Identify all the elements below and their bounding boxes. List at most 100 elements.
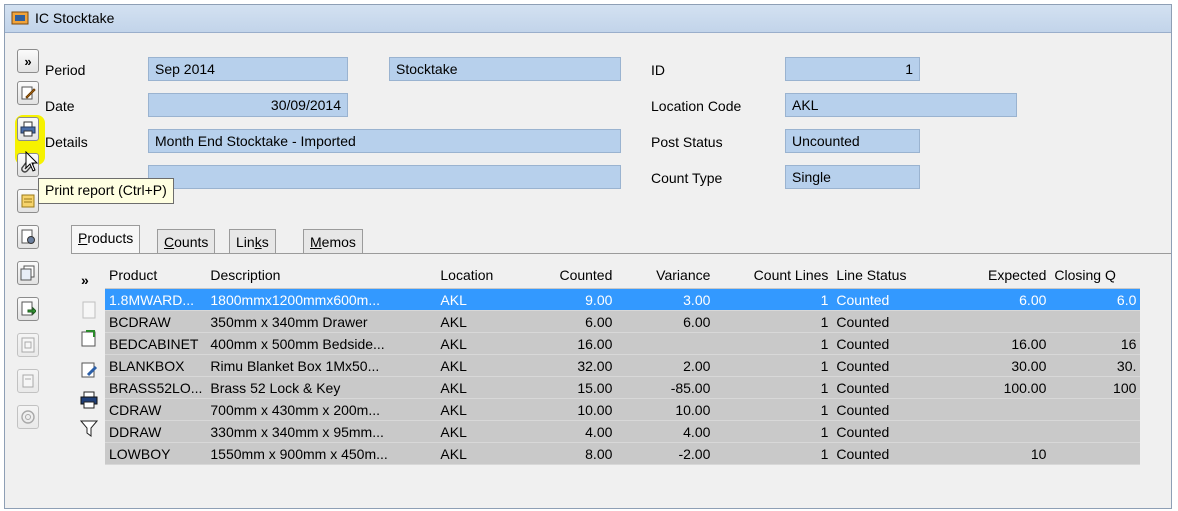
cell-variance[interactable]: 4.00 [616,420,715,443]
cell-expected[interactable] [954,310,1051,333]
cell-expected[interactable]: 100.00 [954,376,1051,399]
col-count-lines[interactable]: Count Lines [714,262,833,289]
cell-product[interactable]: BEDCABINET [105,332,207,355]
cell-location[interactable]: AKL [436,376,517,399]
cell-product[interactable]: 1.8MWARD... [105,288,207,311]
cell-description[interactable]: Brass 52 Lock & Key [206,376,437,399]
cell-product[interactable]: BLANKBOX [105,354,207,377]
cell-location[interactable]: AKL [436,310,517,333]
cell-variance[interactable] [616,332,715,355]
cell-counted[interactable]: 16.00 [516,332,617,355]
col-expected[interactable]: Expected [954,262,1051,289]
cell-description[interactable]: 330mm x 340mm x 95mm... [206,420,437,443]
cell-product[interactable]: BRASS52LO... [105,376,207,399]
date-field[interactable]: 30/09/2014 [148,93,348,117]
cell-closing-qty[interactable]: 16 [1050,332,1141,355]
table-row[interactable]: 1.8MWARD... 1800mmx1200mmx600m... AKL 9.00 3… [105,288,1141,311]
cell-description[interactable]: Rimu Blanket Box 1Mx50... [206,354,437,377]
cell-closing-qty[interactable] [1050,442,1141,465]
type-field[interactable]: Stocktake [389,57,621,81]
cell-description[interactable]: 1550mm x 900mm x 450m... [206,442,437,465]
col-description[interactable]: Description [206,262,437,289]
cell-location[interactable]: AKL [436,420,517,443]
cell-counted[interactable]: 15.00 [516,376,617,399]
cell-line-status[interactable]: Counted [832,332,955,355]
table-row[interactable]: DDRAW 330mm x 340mm x 95mm... AKL 4.00 4.00 1… [105,420,1141,443]
cell-product[interactable]: DDRAW [105,420,207,443]
cell-location[interactable]: AKL [436,332,517,355]
col-product[interactable]: Product [105,262,207,289]
table-row[interactable]: BEDCABINET 400mm x 500mm Bedside... AKL 16.… [105,332,1141,355]
cell-location[interactable]: AKL [436,354,517,377]
cell-closing-qty[interactable]: 6.0 [1050,288,1141,311]
table-row[interactable]: LOWBOY 1550mm x 900mm x 450m... AKL 8.00 -2.… [105,442,1141,465]
cell-line-status[interactable]: Counted [832,288,955,311]
cell-expected[interactable] [954,398,1051,421]
cell-counted[interactable]: 9.00 [516,288,617,311]
cell-closing-qty[interactable]: 100 [1050,376,1141,399]
cell-description[interactable]: 700mm x 430mm x 200m... [206,398,437,421]
cell-description[interactable]: 350mm x 340mm Drawer [206,310,437,333]
cell-variance[interactable]: 3.00 [616,288,715,311]
cell-count-lines[interactable]: 1 [714,354,833,377]
cell-counted[interactable]: 10.00 [516,398,617,421]
table-row[interactable]: BCDRAW 350mm x 340mm Drawer AKL 6.00 6.00 1 Co… [105,310,1141,333]
cell-count-lines[interactable]: 1 [714,332,833,355]
col-variance[interactable]: Variance [616,262,715,289]
cell-variance[interactable]: -85.00 [616,376,715,399]
grid-filter-button[interactable] [79,418,99,438]
cell-closing-qty[interactable] [1050,310,1141,333]
disabled-button-3[interactable] [17,405,39,429]
cell-count-lines[interactable]: 1 [714,376,833,399]
cell-count-lines[interactable]: 1 [714,310,833,333]
grid-new-button[interactable] [79,300,99,320]
report-button-1[interactable] [17,225,39,249]
cell-count-lines[interactable]: 1 [714,398,833,421]
expand-button[interactable]: » [17,49,39,73]
table-row[interactable]: BLANKBOX Rimu Blanket Box 1Mx50... AKL 32.0… [105,354,1141,377]
grid-edit-button[interactable] [79,360,99,380]
cell-counted[interactable]: 6.00 [516,310,617,333]
post-status-field[interactable]: Uncounted [785,129,920,153]
cell-line-status[interactable]: Counted [832,398,955,421]
cell-location[interactable]: AKL [436,442,517,465]
edit-button[interactable] [17,81,39,105]
table-row[interactable]: CDRAW 700mm x 430mm x 200m... AKL 10.00 10.0… [105,398,1141,421]
cell-variance[interactable]: 6.00 [616,310,715,333]
cell-line-status[interactable]: Counted [832,354,955,377]
tab-counts[interactable]: Counts [157,229,216,253]
cell-variance[interactable]: 10.00 [616,398,715,421]
col-location[interactable]: Location [436,262,517,289]
tab-links[interactable]: Links [229,229,276,253]
tab-products[interactable]: Products [71,225,141,255]
cell-expected[interactable]: 10 [954,442,1051,465]
tab-memos[interactable]: Memos [303,229,363,253]
cell-count-lines[interactable]: 1 [714,288,833,311]
cell-expected[interactable]: 30.00 [954,354,1051,377]
count-type-field[interactable]: Single [785,165,920,189]
cell-closing-qty[interactable] [1050,420,1141,443]
cell-product[interactable]: LOWBOY [105,442,207,465]
location-code-field[interactable]: AKL [785,93,1017,117]
grid-expand-icon[interactable]: » [81,272,89,288]
cell-description[interactable]: 1800mmx1200mmx600m... [206,288,437,311]
cell-location[interactable]: AKL [436,398,517,421]
report-button-2[interactable] [17,261,39,285]
cell-product[interactable]: BCDRAW [105,310,207,333]
table-row[interactable]: BRASS52LO... Brass 52 Lock & Key AKL 15.00-… [105,376,1141,399]
cell-line-status[interactable]: Counted [832,442,955,465]
cell-counted[interactable]: 4.00 [516,420,617,443]
cell-closing-qty[interactable] [1050,398,1141,421]
export-button[interactable] [17,297,39,321]
cell-counted[interactable]: 32.00 [516,354,617,377]
cell-variance[interactable]: 2.00 [616,354,715,377]
cell-expected[interactable]: 6.00 [954,288,1051,311]
cell-line-status[interactable]: Counted [832,310,955,333]
period-field[interactable]: Sep 2014 [148,57,348,81]
grid-print-button[interactable] [79,390,99,410]
cell-count-lines[interactable]: 1 [714,420,833,443]
print-button[interactable] [17,117,39,141]
disabled-button-2[interactable] [17,369,39,393]
cell-closing-qty[interactable]: 30. [1050,354,1141,377]
col-line-status[interactable]: Line Status [832,262,955,289]
